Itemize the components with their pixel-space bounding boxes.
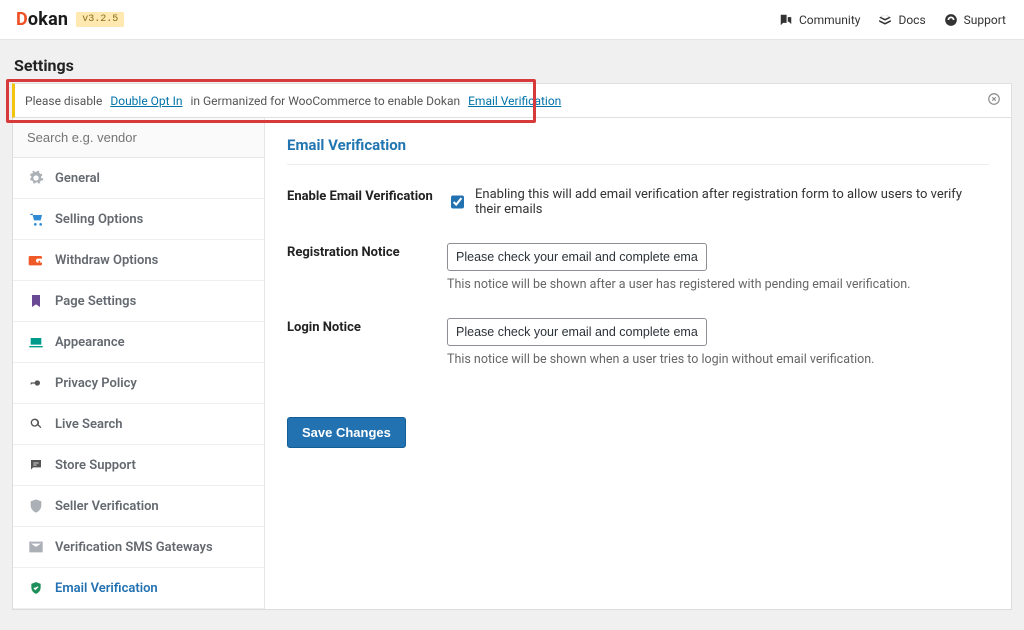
sidebar-item-label: Seller Verification bbox=[55, 499, 159, 514]
shield-icon bbox=[27, 497, 45, 515]
enable-checkbox-wrap[interactable]: Enabling this will add email verificatio… bbox=[447, 187, 989, 217]
sidebar-item-label: Store Support bbox=[55, 458, 136, 473]
search-icon bbox=[27, 415, 45, 433]
bookmark-icon bbox=[27, 292, 45, 310]
brand-logo: Dokan bbox=[16, 9, 68, 30]
wallet-icon bbox=[27, 251, 45, 269]
link-community[interactable]: Community bbox=[779, 13, 860, 27]
support-icon bbox=[944, 13, 958, 27]
sidebar-nav: General Selling Options Withdraw Options Pa… bbox=[13, 158, 264, 609]
notice-link-double-opt-in[interactable]: Double Opt In bbox=[110, 94, 182, 108]
sidebar-item-email-verification[interactable]: Email Verification bbox=[13, 568, 264, 609]
sidebar-search-input[interactable] bbox=[13, 118, 264, 158]
sidebar-item-selling-options[interactable]: Selling Options bbox=[13, 199, 264, 240]
registration-notice-input[interactable] bbox=[447, 243, 707, 271]
settings-panel: General Selling Options Withdraw Options Pa… bbox=[12, 118, 1012, 610]
section-title: Email Verification bbox=[287, 136, 989, 165]
brand: Dokan v3.2.5 bbox=[16, 9, 124, 30]
sidebar-item-page-settings[interactable]: Page Settings bbox=[13, 281, 264, 322]
link-support[interactable]: Support bbox=[944, 13, 1006, 27]
sidebar-item-label: Page Settings bbox=[55, 294, 136, 309]
cart-icon bbox=[27, 210, 45, 228]
sidebar-item-label: Live Search bbox=[55, 417, 123, 432]
sidebar-item-label: Withdraw Options bbox=[55, 253, 158, 268]
save-button[interactable]: Save Changes bbox=[287, 417, 406, 448]
envelope-icon bbox=[27, 538, 45, 556]
topbar: Dokan v3.2.5 Community Docs Support bbox=[0, 0, 1024, 40]
sidebar-item-label: Appearance bbox=[55, 335, 125, 350]
sidebar-item-live-search[interactable]: Live Search bbox=[13, 404, 264, 445]
page-title: Settings bbox=[14, 56, 1012, 75]
sidebar-item-label: Email Verification bbox=[55, 581, 158, 596]
link-support-label: Support bbox=[964, 13, 1006, 27]
login-notice-input[interactable] bbox=[447, 318, 707, 346]
page: Settings Please disable Double Opt In in… bbox=[0, 40, 1024, 630]
chat-icon bbox=[27, 456, 45, 474]
sidebar-item-general[interactable]: General bbox=[13, 158, 264, 199]
sidebar-item-store-support[interactable]: Store Support bbox=[13, 445, 264, 486]
shield-check-icon bbox=[27, 579, 45, 597]
community-icon bbox=[779, 13, 793, 27]
notice-text-mid: in Germanized for WooCommerce to enable … bbox=[190, 94, 460, 108]
link-community-label: Community bbox=[799, 13, 860, 27]
sidebar-item-verification-sms-gateways[interactable]: Verification SMS Gateways bbox=[13, 527, 264, 568]
sidebar-item-privacy-policy[interactable]: Privacy Policy bbox=[13, 363, 264, 404]
field-label-registration: Registration Notice bbox=[287, 235, 447, 310]
settings-main: Email Verification Enable Email Verifica… bbox=[265, 118, 1011, 609]
docs-icon bbox=[878, 13, 892, 27]
sidebar-item-label: General bbox=[55, 171, 100, 186]
field-label-enable: Enable Email Verification bbox=[287, 179, 447, 235]
link-docs[interactable]: Docs bbox=[878, 13, 925, 27]
sidebar-item-appearance[interactable]: Appearance bbox=[13, 322, 264, 363]
sidebar-item-label: Selling Options bbox=[55, 212, 143, 227]
login-notice-help: This notice will be shown when a user tr… bbox=[447, 352, 989, 367]
notice-link-email-verification[interactable]: Email Verification bbox=[468, 94, 561, 108]
field-label-login: Login Notice bbox=[287, 310, 447, 385]
notice-text-pre: Please disable bbox=[25, 94, 102, 108]
key-icon bbox=[27, 374, 45, 392]
settings-sidebar: General Selling Options Withdraw Options Pa… bbox=[13, 118, 265, 609]
enable-checkbox[interactable] bbox=[451, 195, 464, 209]
notice-dismiss[interactable] bbox=[987, 92, 1001, 109]
link-docs-label: Docs bbox=[898, 13, 925, 27]
gear-icon bbox=[27, 169, 45, 187]
enable-desc: Enabling this will add email verificatio… bbox=[475, 187, 989, 217]
appearance-icon bbox=[27, 333, 45, 351]
sidebar-item-seller-verification[interactable]: Seller Verification bbox=[13, 486, 264, 527]
header-links: Community Docs Support bbox=[779, 13, 1006, 27]
sidebar-item-label: Verification SMS Gateways bbox=[55, 540, 213, 555]
settings-notice: Please disable Double Opt In in Germaniz… bbox=[12, 83, 1012, 118]
sidebar-item-withdraw-options[interactable]: Withdraw Options bbox=[13, 240, 264, 281]
sidebar-item-label: Privacy Policy bbox=[55, 376, 137, 391]
close-icon bbox=[987, 92, 1001, 106]
registration-notice-help: This notice will be shown after a user h… bbox=[447, 277, 989, 292]
brand-version-badge: v3.2.5 bbox=[76, 12, 124, 27]
